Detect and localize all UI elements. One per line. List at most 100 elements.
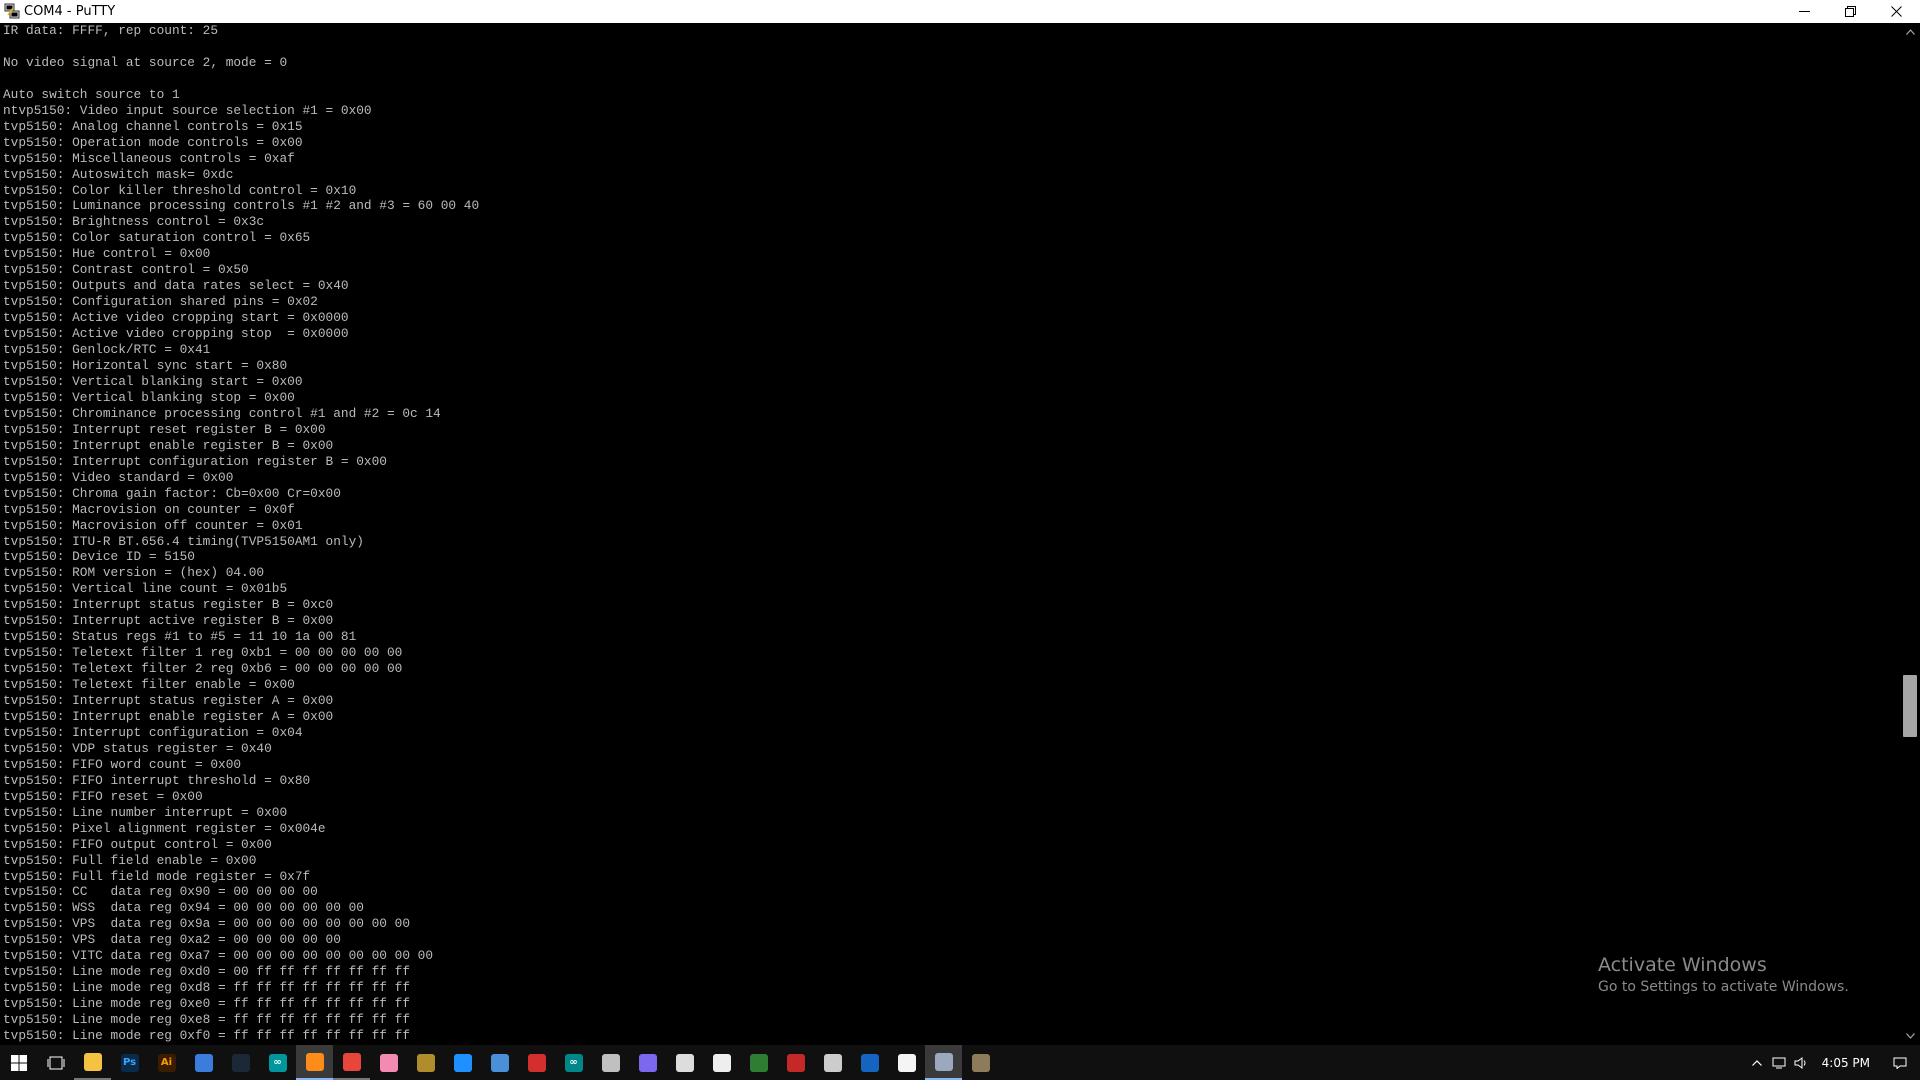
terminal-line: tvp5150: Outputs and data rates select =… bbox=[3, 278, 349, 294]
taskbar-putty-config-button[interactable] bbox=[962, 1045, 999, 1080]
monitor-app-icon bbox=[490, 1053, 509, 1072]
network-button[interactable] bbox=[1768, 1045, 1790, 1080]
taskbar-chrome-button[interactable] bbox=[333, 1045, 370, 1080]
taskbar-vector-app-button[interactable] bbox=[629, 1045, 666, 1080]
vertical-scrollbar[interactable] bbox=[1900, 23, 1920, 1045]
restore-icon bbox=[1844, 6, 1856, 17]
terminal-line: tvp5150: Teletext filter 1 reg 0xb1 = 00… bbox=[3, 645, 403, 661]
terminal-line: tvp5150: Active video cropping start = 0… bbox=[3, 310, 349, 326]
window-title: COM4 - PuTTY bbox=[24, 4, 116, 19]
taskbar-blank-app-button[interactable] bbox=[888, 1045, 925, 1080]
putty-icon bbox=[934, 1052, 953, 1071]
notification-icon bbox=[1893, 1057, 1907, 1069]
taskbar-arduino-ide-button[interactable]: ∞ bbox=[555, 1045, 592, 1080]
scroll-thumb[interactable] bbox=[1903, 674, 1917, 738]
terminal-line: tvp5150: Vertical blanking start = 0x00 bbox=[3, 373, 303, 389]
close-button[interactable] bbox=[1873, 0, 1919, 23]
coin-app-icon bbox=[416, 1053, 435, 1072]
terminal-line: tvp5150: Pixel alignment register = 0x00… bbox=[3, 820, 326, 836]
orange-app-icon bbox=[305, 1052, 324, 1071]
taskbar-monitor-app-button[interactable] bbox=[481, 1045, 518, 1080]
activate-windows-watermark: Activate Windows Go to Settings to activ… bbox=[1598, 953, 1849, 997]
title-bar[interactable]: COM4 - PuTTY bbox=[0, 0, 1920, 23]
terminal-line: tvp5150: Interrupt configuration = 0x04 bbox=[3, 724, 303, 740]
red-app-icon bbox=[786, 1053, 805, 1072]
taskbar-chip-tool-button[interactable] bbox=[740, 1045, 777, 1080]
usb-tool-icon bbox=[675, 1053, 694, 1072]
terminal-line: tvp5150: Interrupt enable register B = 0… bbox=[3, 437, 334, 453]
terminal-output[interactable]: IR data: FFFF, rep count: 25 No video sig… bbox=[0, 23, 1900, 1045]
taskbar-pink-app-button[interactable] bbox=[370, 1045, 407, 1080]
show-hidden-icons-button[interactable] bbox=[1746, 1045, 1768, 1080]
taskbar-steam-button[interactable] bbox=[222, 1045, 259, 1080]
minimize-button[interactable] bbox=[1781, 0, 1827, 23]
maps-icon bbox=[453, 1053, 472, 1072]
terminal-line: tvp5150: Device ID = 5150 bbox=[3, 549, 195, 565]
watermark-title: Activate Windows bbox=[1598, 954, 1767, 976]
taskbar-file-explorer-button[interactable] bbox=[74, 1045, 111, 1080]
taskbar-usb-tool-button[interactable] bbox=[666, 1045, 703, 1080]
taskbar-putty-button[interactable] bbox=[925, 1045, 962, 1080]
putty-icon bbox=[4, 3, 20, 19]
volume-button[interactable] bbox=[1790, 1045, 1812, 1080]
terminal-line: tvp5150: FIFO word count = 0x00 bbox=[3, 756, 242, 772]
photos-icon bbox=[712, 1053, 731, 1072]
terminal-line: tvp5150: Interrupt status register B = 0… bbox=[3, 597, 334, 613]
terminal-line: tvp5150: VDP status register = 0x40 bbox=[3, 740, 272, 756]
terminal-line: tvp5150: Full field mode register = 0x7f bbox=[3, 868, 311, 884]
clock[interactable]: 4:05 PM bbox=[1812, 1056, 1880, 1070]
taskbar-terminal-app-button[interactable] bbox=[851, 1045, 888, 1080]
terminal-line: tvp5150: Line mode reg 0xe0 = ff ff ff f… bbox=[3, 996, 411, 1012]
restore-button[interactable] bbox=[1827, 0, 1873, 23]
terminal-line: tvp5150: Autoswitch mask= 0xdc bbox=[3, 166, 234, 182]
terminal-line: tvp5150: Vertical line count = 0x01b5 bbox=[3, 581, 288, 597]
terminal-line: tvp5150: Hue control = 0x00 bbox=[3, 246, 211, 262]
scroll-up-button[interactable] bbox=[1900, 23, 1920, 41]
network-tool-icon bbox=[194, 1053, 213, 1072]
terminal-app-icon bbox=[860, 1053, 879, 1072]
close-icon bbox=[1890, 6, 1902, 17]
terminal-line: tvp5150: Contrast control = 0x50 bbox=[3, 262, 249, 278]
taskbar-network-tool-button[interactable] bbox=[185, 1045, 222, 1080]
terminal-line: tvp5150: Configuration shared pins = 0x0… bbox=[3, 294, 318, 310]
vector-app-icon bbox=[638, 1053, 657, 1072]
speaker-icon bbox=[1794, 1056, 1806, 1069]
terminal-line: tvp5150: VPS data reg 0xa2 = 00 00 00 00… bbox=[3, 932, 341, 948]
taskbar-red-app-button[interactable] bbox=[777, 1045, 814, 1080]
illustrator-icon: Ai bbox=[157, 1053, 176, 1072]
taskbar-task-view-button[interactable] bbox=[37, 1045, 74, 1080]
terminal-line: tvp5150: FIFO output control = 0x00 bbox=[3, 836, 272, 852]
taskbar-windows-start-button[interactable] bbox=[0, 1045, 37, 1080]
terminal-line: tvp5150: Full field enable = 0x00 bbox=[3, 852, 257, 868]
terminal-line: tvp5150: Horizontal sync start = 0x80 bbox=[3, 358, 288, 374]
terminal-line: tvp5150: Interrupt status register A = 0… bbox=[3, 693, 334, 709]
taskbar-orange-app-button[interactable] bbox=[296, 1045, 333, 1080]
minimize-icon bbox=[1798, 11, 1810, 12]
terminal-line: No video signal at source 2, mode = 0 bbox=[3, 54, 288, 70]
scroll-down-button[interactable] bbox=[1900, 1027, 1920, 1045]
taskbar-coin-app-button[interactable] bbox=[407, 1045, 444, 1080]
taskbar-speaker-app-button[interactable] bbox=[814, 1045, 851, 1080]
watermark-subtitle: Go to Settings to activate Windows. bbox=[1598, 979, 1849, 995]
taskbar-record-app-button[interactable] bbox=[518, 1045, 555, 1080]
terminal-line: tvp5150: Vertical blanking stop = 0x00 bbox=[3, 389, 295, 405]
taskbar-photoshop-button[interactable]: Ps bbox=[111, 1045, 148, 1080]
chevron-up-icon bbox=[1751, 1059, 1762, 1066]
putty-config-icon bbox=[971, 1053, 990, 1072]
taskbar-maps-button[interactable] bbox=[444, 1045, 481, 1080]
record-app-icon bbox=[527, 1053, 546, 1072]
blank-app-icon bbox=[897, 1053, 916, 1072]
taskbar-photos-button[interactable] bbox=[703, 1045, 740, 1080]
terminal-line: tvp5150: Color saturation control = 0x65 bbox=[3, 230, 311, 246]
terminal-lines: IR data: FFFF, rep count: 25 No video sig… bbox=[0, 23, 1900, 1044]
terminal-line: tvp5150: Active video cropping stop = 0x… bbox=[3, 326, 349, 342]
taskbar-arduino-button[interactable]: ∞ bbox=[259, 1045, 296, 1080]
steam-icon bbox=[231, 1053, 250, 1072]
terminal-line: tvp5150: Teletext filter 2 reg 0xb6 = 00… bbox=[3, 661, 403, 677]
taskbar-stack-app-button[interactable] bbox=[592, 1045, 629, 1080]
action-center-button[interactable] bbox=[1880, 1045, 1920, 1080]
terminal-line: tvp5150: FIFO reset = 0x00 bbox=[3, 788, 203, 804]
taskbar-illustrator-button[interactable]: Ai bbox=[148, 1045, 185, 1080]
